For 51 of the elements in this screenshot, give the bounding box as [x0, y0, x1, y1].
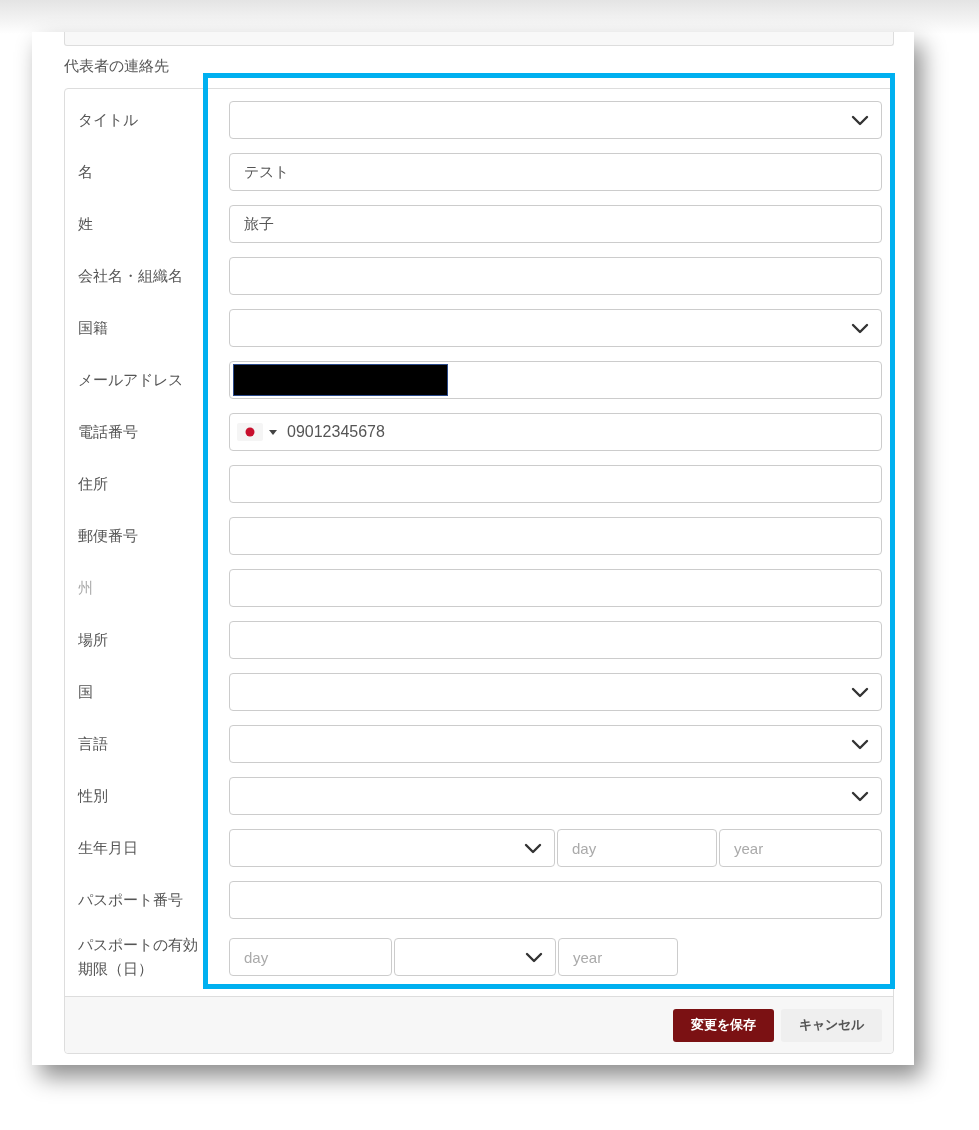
chevron-down-icon [851, 738, 869, 750]
chevron-down-icon [524, 842, 542, 854]
field-label: パスポートの有効期限（日） [78, 936, 198, 977]
field-label: 性別 [78, 787, 108, 804]
text-field[interactable]: 旅子 [229, 205, 882, 243]
field-label: 姓 [78, 215, 93, 232]
field-label: 国 [78, 683, 93, 700]
date-input-field[interactable]: day [229, 938, 392, 976]
field-label: 州 [78, 579, 93, 596]
save-button[interactable]: 変更を保存 [673, 1008, 774, 1042]
text-field[interactable] [229, 257, 882, 295]
section-heading: 代表者の連絡先 [64, 57, 169, 74]
text-field[interactable] [229, 517, 882, 555]
chevron-down-icon [525, 951, 543, 963]
field-label: パスポート番号 [78, 891, 183, 908]
select-field[interactable] [229, 673, 882, 711]
chevron-down-icon [851, 114, 869, 126]
chevron-down-icon [851, 790, 869, 802]
select-field[interactable] [394, 938, 556, 976]
select-field[interactable] [229, 829, 555, 867]
field-label: 郵便番号 [78, 527, 138, 544]
text-field[interactable] [229, 465, 882, 503]
email-field[interactable] [229, 361, 882, 399]
select-field[interactable] [229, 777, 882, 815]
select-field[interactable] [229, 725, 882, 763]
date-input-field[interactable]: day [557, 829, 717, 867]
text-field[interactable] [229, 569, 882, 607]
field-label: 会社名・組織名 [78, 267, 183, 284]
date-input-field[interactable]: year [558, 938, 678, 976]
chevron-down-icon [851, 686, 869, 698]
field-label: メールアドレス [78, 371, 183, 388]
select-field[interactable] [229, 309, 882, 347]
text-field[interactable] [229, 881, 882, 919]
field-label: 名 [78, 163, 93, 180]
country-code-dropdown[interactable] [237, 423, 277, 441]
select-field[interactable] [229, 101, 882, 139]
text-field[interactable] [229, 621, 882, 659]
field-label: 国籍 [78, 319, 108, 336]
field-label: 場所 [78, 631, 108, 648]
field-label: タイトル [78, 111, 138, 128]
phone-field[interactable]: 09012345678 [229, 413, 882, 451]
date-input-field[interactable]: year [719, 829, 882, 867]
flag-icon [237, 423, 263, 441]
caret-down-icon [269, 429, 277, 435]
cancel-button[interactable]: キャンセル [781, 1008, 882, 1042]
chevron-down-icon [851, 322, 869, 334]
text-field[interactable]: テスト [229, 153, 882, 191]
field-label: 電話番号 [78, 423, 138, 440]
field-label: 住所 [78, 475, 108, 492]
field-label: 言語 [78, 735, 108, 752]
field-label: 生年月日 [78, 839, 138, 856]
